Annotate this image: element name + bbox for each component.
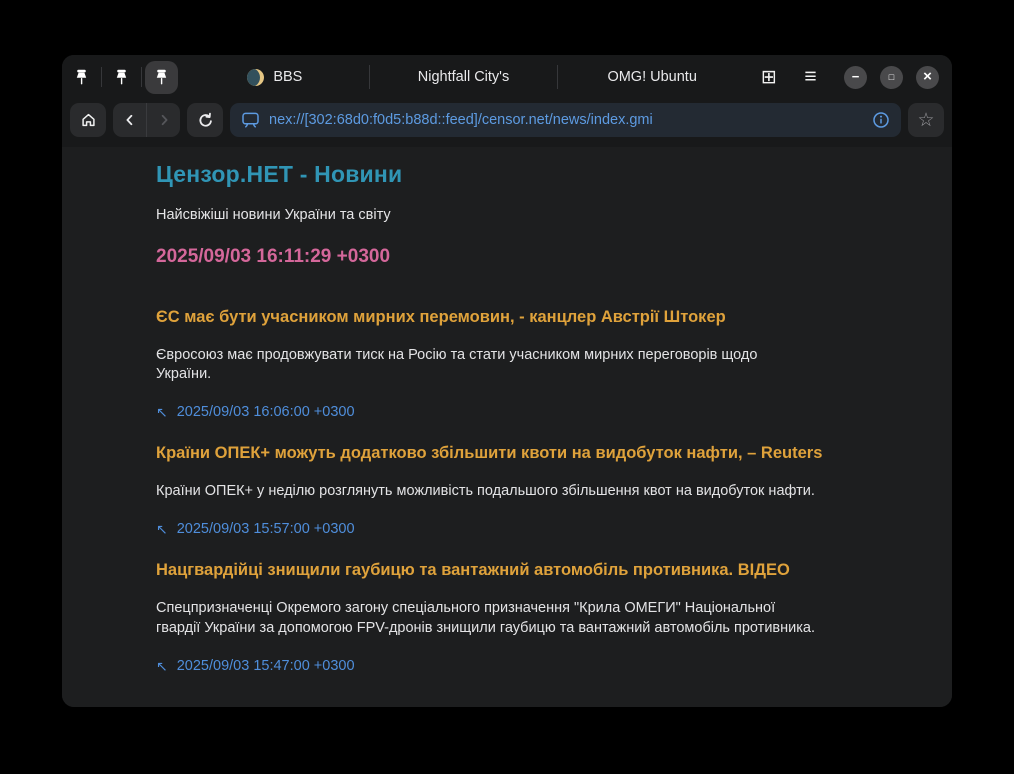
maximize-button[interactable]: □: [880, 66, 903, 89]
page-content: Цензор.НЕТ - Новини Найсвіжіші новини Ук…: [62, 147, 952, 707]
article-time-link[interactable]: ↖ 2025/09/03 15:47:00 +0300: [156, 658, 912, 674]
page-title: Цензор.НЕТ - Новини: [156, 161, 912, 188]
article-time-link[interactable]: ↖ 2025/09/03 16:06:00 +0300: [156, 404, 912, 420]
pin-icon: [74, 69, 89, 86]
bookmark-button[interactable]: ☆: [908, 103, 944, 137]
pinned-tab-1[interactable]: [62, 55, 101, 99]
home-icon: [80, 112, 97, 128]
tab-bbs[interactable]: BBS: [181, 55, 369, 99]
pin-icon: [154, 69, 169, 86]
article-time-link[interactable]: ↖ 2025/09/03 15:57:00 +0300: [156, 521, 912, 537]
close-button[interactable]: ×: [916, 66, 939, 89]
window-controls: − □ ×: [844, 66, 939, 89]
article-1: ЄС має бути учасником мирних перемовин, …: [156, 308, 912, 420]
close-icon: ×: [923, 69, 932, 84]
article-heading: ЄС має бути учасником мирних перемовин, …: [156, 308, 856, 327]
url-text[interactable]: nex://[302:68d0:f0d5:b88d::feed]/censor.…: [269, 112, 863, 128]
nw-arrow-icon: ↖: [156, 522, 168, 536]
nw-arrow-icon: ↖: [156, 659, 168, 673]
browser-window: BBS Nightfall City's OMG! Ubuntu ⊞ ≡ − □: [62, 55, 952, 707]
info-icon[interactable]: [872, 111, 890, 129]
pin-icon: [114, 69, 129, 86]
article-summary: Спецпризначенці Окремого загону спеціаль…: [156, 599, 816, 637]
new-tab-icon: ⊞: [761, 66, 777, 89]
article-time-label: 2025/09/03 15:47:00 +0300: [177, 658, 355, 674]
pinned-tab-2[interactable]: [102, 55, 141, 99]
minimize-button[interactable]: −: [844, 66, 867, 89]
hamburger-icon: ≡: [804, 65, 817, 89]
tab-label: BBS: [273, 69, 302, 85]
tab-label: Nightfall City's: [418, 69, 509, 85]
menu-button[interactable]: ≡: [797, 64, 825, 90]
star-icon: ☆: [917, 109, 934, 132]
navigation-bar: nex://[302:68d0:f0d5:b88d::feed]/censor.…: [62, 99, 952, 147]
article-summary: Євросоюз має продовжувати тиск на Росію …: [156, 346, 816, 384]
feed-timestamp: 2025/09/03 16:11:29 +0300: [156, 246, 912, 268]
tab-nightfall-citys[interactable]: Nightfall City's: [370, 55, 558, 99]
tab-controls: ⊞ ≡ − □ ×: [746, 64, 952, 90]
chevron-right-icon: [156, 112, 172, 128]
history-buttons: [113, 103, 180, 137]
tab-bar: BBS Nightfall City's OMG! Ubuntu ⊞ ≡ − □: [62, 55, 952, 99]
url-bar[interactable]: nex://[302:68d0:f0d5:b88d::feed]/censor.…: [230, 103, 901, 137]
chevron-left-icon: [122, 112, 138, 128]
nw-arrow-icon: ↖: [156, 405, 168, 419]
page-subtitle: Найсвіжіші новини України та світу: [156, 207, 912, 223]
article-summary: Країни ОПЕК+ у неділю розглянуть можливі…: [156, 482, 816, 501]
moon-icon: [247, 69, 264, 86]
article-3: Нацгвардійці знищили гаубицю та вантажни…: [156, 561, 912, 673]
article-2: Країни ОПЕК+ можуть додатково збільшити …: [156, 444, 912, 537]
back-button[interactable]: [113, 103, 146, 137]
tab-label: OMG! Ubuntu: [607, 69, 696, 85]
maximize-icon: □: [889, 73, 894, 82]
article-heading: Країни ОПЕК+ можуть додатково збільшити …: [156, 444, 856, 463]
forward-button[interactable]: [147, 103, 180, 137]
minimize-icon: −: [852, 70, 860, 83]
tab-omg-ubuntu[interactable]: OMG! Ubuntu: [558, 55, 746, 99]
pinned-tab-3-active[interactable]: [142, 55, 181, 99]
article-time-label: 2025/09/03 15:57:00 +0300: [177, 521, 355, 537]
article-heading: Нацгвардійці знищили гаубицю та вантажни…: [156, 561, 856, 580]
article-time-label: 2025/09/03 16:06:00 +0300: [177, 404, 355, 420]
reload-icon: [197, 112, 214, 129]
reload-button[interactable]: [187, 103, 223, 137]
new-tab-button[interactable]: ⊞: [756, 64, 782, 90]
home-button[interactable]: [70, 103, 106, 137]
terminal-icon: [241, 112, 260, 129]
